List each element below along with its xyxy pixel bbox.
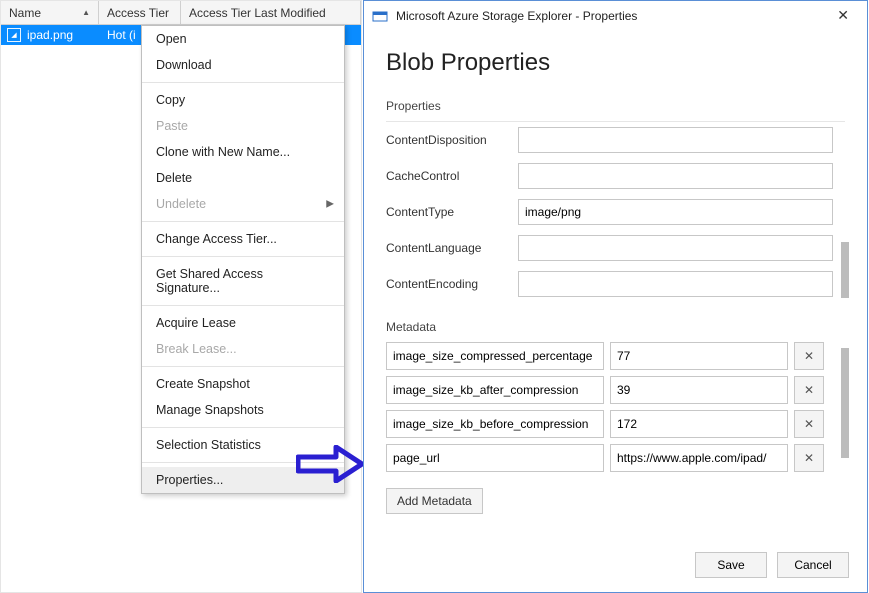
dialog-titlebar: Microsoft Azure Storage Explorer - Prope… (364, 1, 867, 31)
column-header-name[interactable]: Name ▲ (1, 1, 99, 25)
menu-item-create-snapshot[interactable]: Create Snapshot (142, 371, 344, 397)
close-icon: ✕ (804, 383, 814, 397)
property-label: ContentEncoding (386, 277, 506, 291)
delete-metadata-button[interactable]: ✕ (794, 342, 824, 370)
properties-dialog: Microsoft Azure Storage Explorer - Prope… (363, 0, 868, 593)
file-tier: Hot (i (107, 28, 136, 42)
menu-separator (142, 305, 344, 306)
column-label: Access Tier (107, 6, 169, 20)
property-label: ContentDisposition (386, 133, 506, 147)
property-row: ContentLanguage (386, 230, 845, 266)
menu-item-copy[interactable]: Copy (142, 87, 344, 113)
context-menu: Open Download Copy Paste Clone with New … (141, 25, 345, 494)
content-disposition-field[interactable] (518, 127, 833, 153)
save-button[interactable]: Save (695, 552, 767, 578)
scrollbar-thumb[interactable] (841, 348, 849, 458)
menu-item-download[interactable]: Download (142, 52, 344, 78)
close-icon: ✕ (837, 7, 849, 23)
properties-grid: ContentDisposition CacheControl ContentT… (386, 121, 845, 302)
metadata-value-field[interactable] (610, 376, 788, 404)
content-type-field[interactable] (518, 199, 833, 225)
metadata-value-field[interactable] (610, 410, 788, 438)
menu-item-manage-snapshots[interactable]: Manage Snapshots (142, 397, 344, 423)
property-label: ContentLanguage (386, 241, 506, 255)
metadata-row: ✕ (386, 376, 845, 404)
content-encoding-field[interactable] (518, 271, 833, 297)
metadata-key-field[interactable] (386, 444, 604, 472)
column-header-access-tier[interactable]: Access Tier (99, 1, 181, 25)
column-header-access-tier-modified[interactable]: Access Tier Last Modified (181, 1, 361, 25)
menu-item-label: Undelete (156, 197, 206, 211)
dialog-footer: Save Cancel (364, 540, 867, 592)
file-grid-panel: Name ▲ Access Tier Access Tier Last Modi… (0, 0, 362, 593)
delete-metadata-button[interactable]: ✕ (794, 444, 824, 472)
image-file-icon: ◢ (7, 28, 21, 42)
column-label: Access Tier Last Modified (189, 6, 326, 20)
property-label: ContentType (386, 205, 506, 219)
section-label-metadata: Metadata (386, 320, 845, 334)
menu-item-properties[interactable]: Properties... (142, 467, 344, 493)
property-row: ContentType (386, 194, 845, 230)
close-icon: ✕ (804, 417, 814, 431)
metadata-value-field[interactable] (610, 444, 788, 472)
app-icon (372, 8, 388, 24)
metadata-value-field[interactable] (610, 342, 788, 370)
metadata-row: ✕ (386, 444, 845, 472)
menu-item-paste: Paste (142, 113, 344, 139)
close-button[interactable]: ✕ (827, 3, 859, 28)
menu-separator (142, 82, 344, 83)
close-icon: ✕ (804, 349, 814, 363)
file-name: ipad.png (27, 28, 101, 42)
sort-ascending-icon: ▲ (82, 8, 90, 17)
cancel-button[interactable]: Cancel (777, 552, 849, 578)
add-metadata-button[interactable]: Add Metadata (386, 488, 483, 514)
metadata-row: ✕ (386, 342, 845, 370)
menu-item-undelete: Undelete ▶ (142, 191, 344, 217)
menu-separator (142, 427, 344, 428)
page-title: Blob Properties (386, 49, 845, 77)
section-label-properties: Properties (386, 99, 845, 113)
submenu-caret-icon: ▶ (326, 199, 334, 210)
column-label: Name (9, 6, 41, 20)
metadata-row: ✕ (386, 410, 845, 438)
delete-metadata-button[interactable]: ✕ (794, 376, 824, 404)
menu-item-delete[interactable]: Delete (142, 165, 344, 191)
menu-item-clone[interactable]: Clone with New Name... (142, 139, 344, 165)
scrollbar-thumb[interactable] (841, 242, 849, 298)
metadata-key-field[interactable] (386, 376, 604, 404)
menu-separator (142, 256, 344, 257)
cache-control-field[interactable] (518, 163, 833, 189)
property-label: CacheControl (386, 169, 506, 183)
menu-item-get-sas[interactable]: Get Shared Access Signature... (142, 261, 344, 301)
menu-separator (142, 462, 344, 463)
dialog-body: Blob Properties Properties ContentDispos… (364, 31, 867, 540)
menu-separator (142, 221, 344, 222)
menu-separator (142, 366, 344, 367)
close-icon: ✕ (804, 451, 814, 465)
menu-item-open[interactable]: Open (142, 26, 344, 52)
content-language-field[interactable] (518, 235, 833, 261)
menu-item-selection-statistics[interactable]: Selection Statistics (142, 432, 344, 458)
property-row: CacheControl (386, 158, 845, 194)
property-row: ContentDisposition (386, 122, 845, 158)
metadata-key-field[interactable] (386, 410, 604, 438)
metadata-key-field[interactable] (386, 342, 604, 370)
grid-header: Name ▲ Access Tier Access Tier Last Modi… (1, 1, 361, 25)
metadata-section: Metadata ✕ ✕ ✕ ✕ Add Metadata (386, 320, 845, 514)
menu-item-change-access-tier[interactable]: Change Access Tier... (142, 226, 344, 252)
dialog-title: Microsoft Azure Storage Explorer - Prope… (396, 9, 819, 23)
menu-item-acquire-lease[interactable]: Acquire Lease (142, 310, 344, 336)
property-row: ContentEncoding (386, 266, 845, 302)
delete-metadata-button[interactable]: ✕ (794, 410, 824, 438)
menu-item-break-lease: Break Lease... (142, 336, 344, 362)
